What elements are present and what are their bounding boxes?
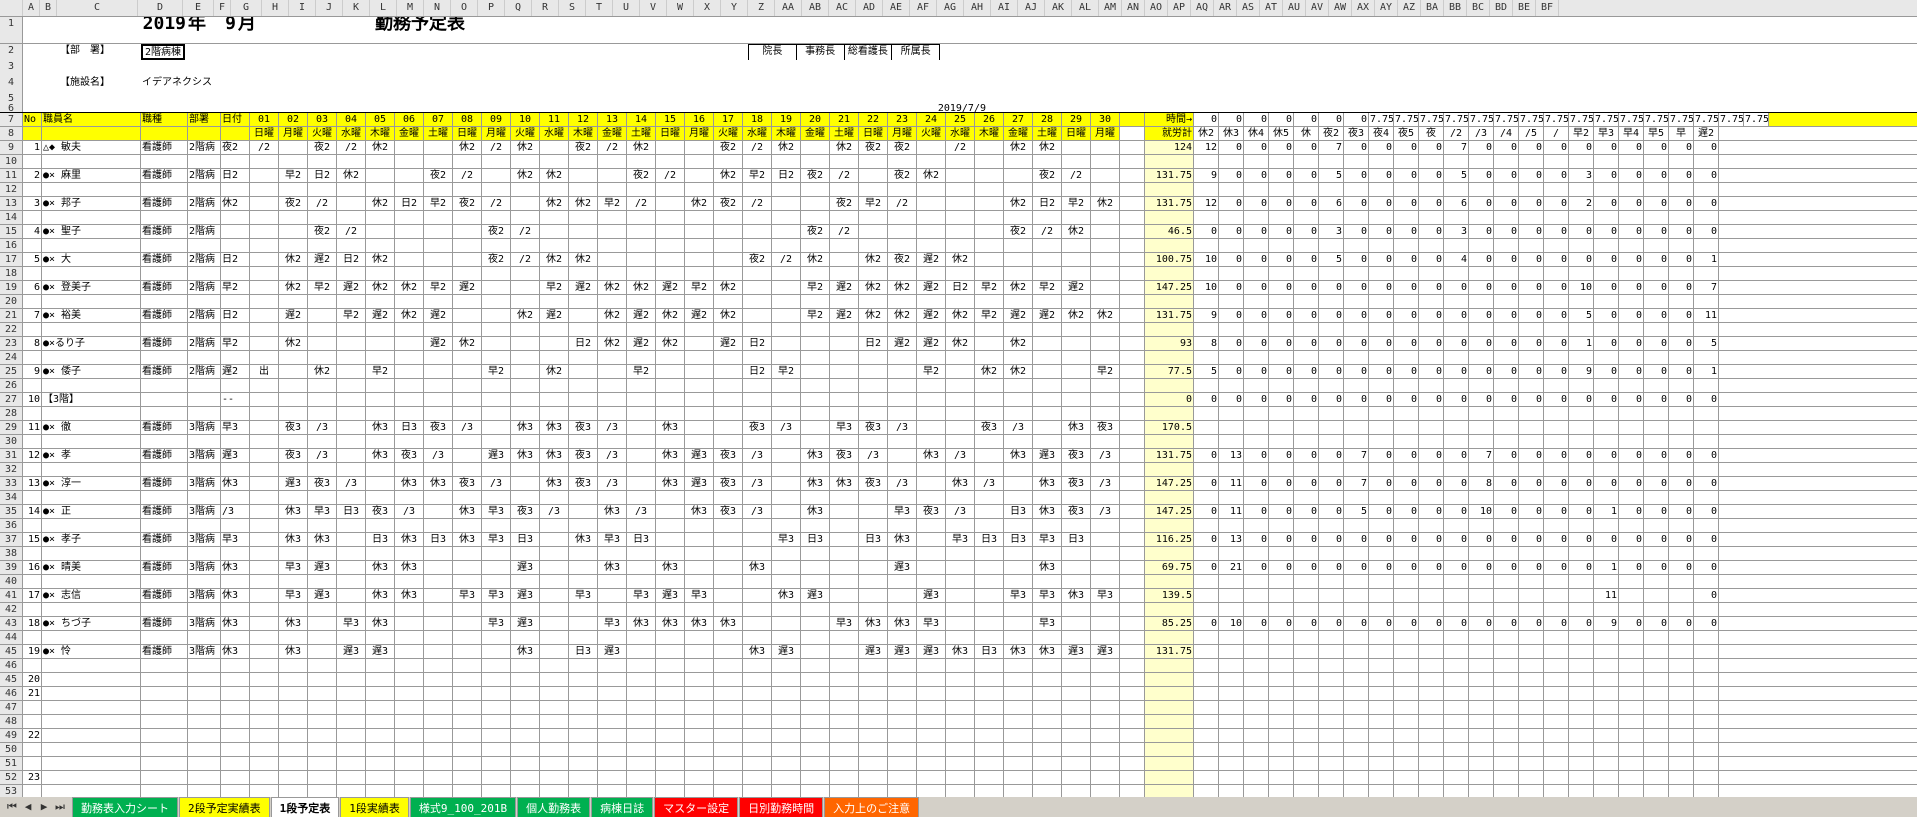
sheet-tab[interactable]: 1段予定表 [271,797,340,817]
facility-label: 【施設名】 [59,76,141,92]
staff-row-blank: 40 [0,575,1917,589]
spreadsheet[interactable]: A B C D E F G HIJKLMNOPQRSTUVWXYZAAABACA… [0,0,1917,799]
staff-row[interactable]: 3313●× 淳一看護師3階病休3遅3夜3/3休3休3夜3/3休3夜3/3休3遅… [0,477,1917,491]
staff-row[interactable]: 3514●× 正看護師3階病/3休3早3日3夜3/3休3早3夜3/3休3/3休3… [0,505,1917,519]
staff-row-blank: 20 [0,295,1917,309]
staff-row[interactable]: 3916●× 晴美看護師3階病休3早3遅3休3休3遅3休3休3休3遅3休369.… [0,561,1917,575]
staff-row[interactable]: 4318●× ちづ子看護師3階病休3休3早3休3早3遅3早3休3休3休3休3早3… [0,617,1917,631]
staff-row[interactable]: 154●× 聖子看護師2階病夜2/2夜2/2夜2/2夜2/2休246.50000… [0,225,1917,239]
empty-row[interactable]: 50 [0,743,1917,757]
staff-row-blank: 18 [0,267,1917,281]
staff-row-blank: 46 [0,659,1917,673]
staff-row[interactable]: 238●×るり子看護師2階病早2休2遅2休2日2休2遅2休2遅2日2日2遅2遅2… [0,337,1917,351]
sheet-tab[interactable]: 様式9_100_201B [410,797,516,817]
staff-row-blank: 42 [0,603,1917,617]
staff-row[interactable]: 259●× 倭子看護師2階病遅2出休2早2早2休2早2日2早2早2休2休2早27… [0,365,1917,379]
staff-row-blank: 14 [0,211,1917,225]
empty-row[interactable]: 48 [0,715,1917,729]
staff-row-blank: 24 [0,351,1917,365]
tab-first-icon: ⏮ [4,800,20,814]
row-1: 1 2019 年 9 月 勤務予定表 [0,17,1917,44]
sheet-tab[interactable]: 日別勤務時間 [739,797,823,817]
sheet-tab[interactable]: 2段予定実績表 [179,797,270,817]
staff-row[interactable]: 196●× 登美子看護師2階病早2休2早2遅2休2休2早2遅2早2遅2休2休2遅… [0,281,1917,295]
header-row-1: 7 No 職員名 職種 部署 日付 0102030405060708091011… [0,112,1917,127]
row-2: 2 【部 署】 2階病棟 院長事務長総看護長所属長 [0,44,1917,60]
staff-row[interactable]: 2710【3階】--0000000000000000000000 [0,393,1917,407]
dept-label: 【部 署】 [59,44,141,60]
staff-row[interactable]: 175●× 大看護師2階病日2休2遅2日2休2夜2/2休2休2夜2/2休2休2夜… [0,253,1917,267]
dept-value[interactable]: 2階病棟 [141,44,185,60]
staff-row[interactable]: 133●× 邦子看護師2階病休2夜2/2休2日2早2夜2/2休2休2早2/2休2… [0,197,1917,211]
staff-row-blank: 30 [0,435,1917,449]
staff-row-blank: 26 [0,379,1917,393]
staff-row-blank: 44 [0,631,1917,645]
tab-nav[interactable]: ⏮◀▶⏭ [4,800,68,814]
sheet-tab[interactable]: 入力上のご注意 [824,797,919,817]
tab-next-icon: ▶ [36,800,52,814]
staff-row-blank: 34 [0,491,1917,505]
empty-row[interactable]: 4520 [0,673,1917,687]
sheet-tab[interactable]: 1段実績表 [340,797,409,817]
tab-last-icon: ⏭ [52,800,68,814]
staff-row[interactable]: 112●× 麻里看護師2階病日2早2日2休2夜2/2休2休2夜2/2休2早2日2… [0,169,1917,183]
staff-row[interactable]: 3112●× 孝看護師3階病遅3夜3/3休3夜3/3遅3休3休3夜3/3休3遅3… [0,449,1917,463]
sheet-tab[interactable]: マスター設定 [654,797,738,817]
staff-row[interactable]: 4117●× 志信看護師3階病休3早3遅3休3休3早3早3遅3早3早3遅3早3休… [0,589,1917,603]
empty-row[interactable]: 4621 [0,687,1917,701]
header-row-2: 8 日曜月曜火曜水曜木曜金曜土曜日曜月曜火曜水曜木曜金曜土曜日曜月曜火曜水曜木曜… [0,127,1917,141]
staff-row[interactable]: 3715●× 孝子看護師3階病早3休3休3日3休3日3休3早3日3休3早3日3早… [0,533,1917,547]
sheet-tab[interactable]: 個人勤務表 [517,797,590,817]
sheet-tabs[interactable]: ⏮◀▶⏭ 勤務表入力シート2段予定実績表1段予定表1段実績表様式9_100_20… [0,797,1917,817]
staff-row-blank: 10 [0,155,1917,169]
staff-row-blank: 22 [0,323,1917,337]
tab-prev-icon: ◀ [20,800,36,814]
page-title: 勤務予定表 [269,17,571,43]
empty-row[interactable]: 5223 [0,771,1917,785]
row-4: 4 【施設名】 イデアネクシス [0,76,1917,92]
date-cell: 2019/7/9 [925,102,987,112]
empty-row[interactable]: 4922 [0,729,1917,743]
staff-row-blank: 32 [0,463,1917,477]
staff-row-blank: 16 [0,239,1917,253]
staff-row-blank: 28 [0,407,1917,421]
column-headers: A B C D E F G HIJKLMNOPQRSTUVWXYZAAABACA… [0,0,1917,17]
staff-row-blank: 12 [0,183,1917,197]
staff-row-blank: 36 [0,519,1917,533]
empty-row[interactable]: 47 [0,701,1917,715]
sheet-tab[interactable]: 勤務表入力シート [72,797,178,817]
staff-row-blank: 38 [0,547,1917,561]
facility-value: イデアネクシス [141,76,263,92]
sheet-tab[interactable]: 病棟日誌 [591,797,653,817]
staff-row[interactable]: 91△◆ 敏夫看護師2階病夜2/2夜2/2休2休2/2休2夜2/2休2夜2/2休… [0,141,1917,155]
approval-stamps: 院長事務長総看護長所属長 [748,44,940,60]
staff-row[interactable]: 217●× 裕美看護師2階病日2遅2早2遅2休2遅2休2遅2休2遅2休2遅2休2… [0,309,1917,323]
staff-row[interactable]: 2911●× 徹看護師3階病早3夜3/3休3日3夜3/3休3休3夜3/3休3夜3… [0,421,1917,435]
stamp-row: 院長事務長総看護長所属長 [747,44,941,60]
empty-row[interactable]: 51 [0,757,1917,771]
staff-row[interactable]: 4519●× 怜看護師3階病休3休3遅3遅3休3日3遅3休3遅3遅3遅3遅3休3… [0,645,1917,659]
